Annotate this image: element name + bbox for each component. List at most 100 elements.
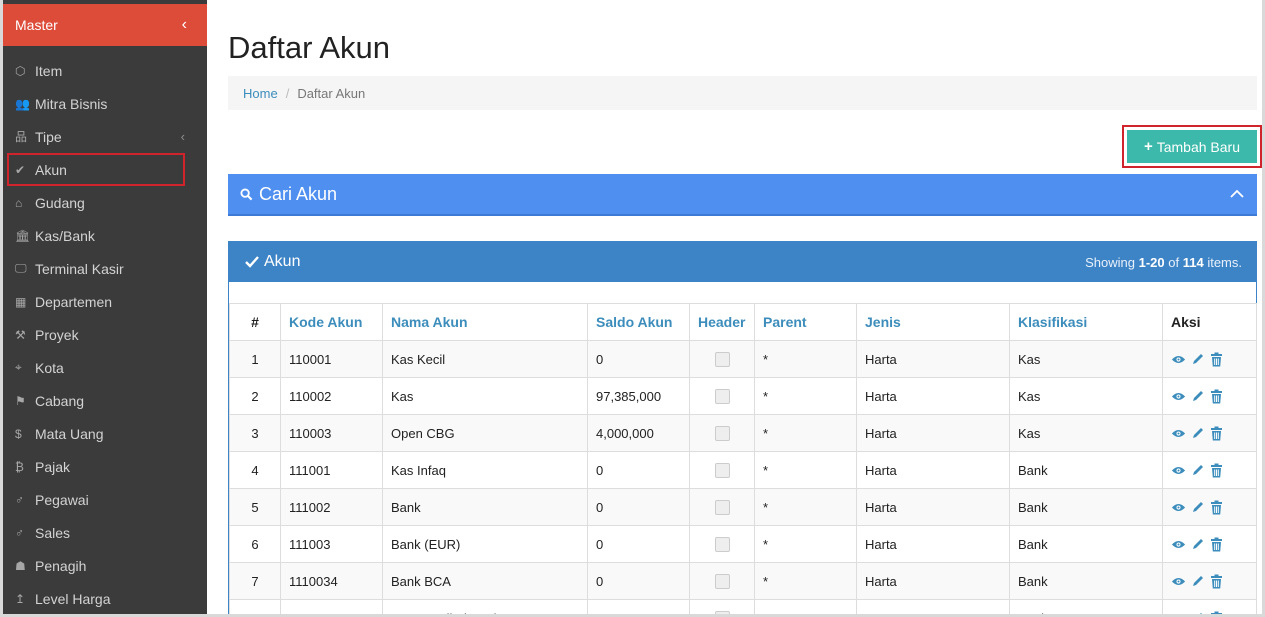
column-header-saldo-akun[interactable]: Saldo Akun bbox=[587, 303, 690, 341]
eye-icon[interactable] bbox=[1171, 463, 1186, 478]
sidebar-item-pajak[interactable]: ₿ Pajak bbox=[3, 450, 207, 483]
column-header-klasifikasi[interactable]: Klasifikasi bbox=[1009, 303, 1163, 341]
header-checkbox[interactable] bbox=[714, 389, 730, 405]
trash-icon[interactable] bbox=[1209, 537, 1224, 552]
page-title: Daftar Akun bbox=[228, 30, 390, 65]
sidebar-item-proyek[interactable]: ⚒ Proyek bbox=[3, 318, 207, 351]
eye-icon[interactable] bbox=[1171, 537, 1186, 552]
bitcoin-icon: ₿ bbox=[15, 459, 24, 474]
cell-kode-akun: 110002 bbox=[280, 377, 383, 415]
sidebar-item-mata-uang[interactable]: $ Mata Uang bbox=[3, 417, 207, 450]
column-header-parent[interactable]: Parent bbox=[754, 303, 857, 341]
eye-icon[interactable] bbox=[1171, 500, 1186, 515]
sidebar-header-master[interactable]: Master ‹ bbox=[3, 4, 207, 46]
sidebar-item-pegawai[interactable]: ♂ Pegawai bbox=[3, 483, 207, 516]
table-header-row: # Kode Akun Nama Akun Saldo Akun Header Paren… bbox=[229, 303, 1257, 341]
eye-icon[interactable] bbox=[1171, 389, 1186, 404]
cell-number: 7 bbox=[229, 562, 281, 600]
trash-icon[interactable] bbox=[1209, 611, 1224, 617]
column-header-nama-akun[interactable]: Nama Akun bbox=[382, 303, 588, 341]
sidebar-item-level-harga[interactable]: ↥ Level Harga bbox=[3, 582, 207, 615]
sidebar-item-sales[interactable]: ♂ Sales bbox=[3, 516, 207, 549]
cube-icon: ⬡ bbox=[15, 63, 26, 78]
pencil-icon[interactable] bbox=[1190, 352, 1205, 367]
trash-icon[interactable] bbox=[1209, 426, 1224, 441]
table-body: 1 110001 Kas Kecil 0 * Harta Kas 2 110002 Kas 97,3… bbox=[229, 340, 1257, 617]
header-checkbox[interactable] bbox=[714, 352, 730, 368]
main-content: Daftar Akun Home / Daftar Akun + Tambah … bbox=[207, 0, 1262, 617]
gavel-icon: ⚒ bbox=[15, 327, 26, 342]
building-icon: ▦ bbox=[15, 294, 27, 309]
sidebar-item-tipe[interactable]: 品 Tipe ‹ bbox=[3, 120, 207, 153]
sidebar-item-kas-bank[interactable]: 🏛 Kas/Bank bbox=[3, 219, 207, 252]
pencil-icon[interactable] bbox=[1190, 426, 1205, 441]
cell-klasifikasi: Kas bbox=[1009, 377, 1163, 415]
trash-icon[interactable] bbox=[1209, 500, 1224, 515]
row-actions bbox=[1171, 352, 1248, 367]
eye-icon[interactable] bbox=[1171, 352, 1186, 367]
sidebar-item-terminal-kasir[interactable]: 🖵 Terminal Kasir bbox=[3, 252, 207, 285]
cell-nama-akun: Kas Infaq bbox=[382, 451, 588, 489]
cell-kode-akun: 111001 bbox=[280, 451, 383, 489]
header-checkbox[interactable] bbox=[714, 463, 730, 479]
pencil-icon[interactable] bbox=[1190, 537, 1205, 552]
header-checkbox[interactable] bbox=[714, 500, 730, 516]
column-header-header[interactable]: Header bbox=[689, 303, 755, 341]
column-header-jenis[interactable]: Jenis bbox=[856, 303, 1010, 341]
cell-nama-akun: Kas Kecil bbox=[382, 340, 588, 378]
pencil-icon[interactable] bbox=[1190, 611, 1205, 617]
cell-klasifikasi: Bank bbox=[1009, 599, 1163, 617]
pagination-summary: Showing 1-20 of 114 items. bbox=[1085, 255, 1242, 270]
cell-parent: * bbox=[754, 451, 857, 489]
level-up-icon: ↥ bbox=[15, 591, 26, 606]
trash-icon[interactable] bbox=[1209, 352, 1224, 367]
pencil-icon[interactable] bbox=[1190, 500, 1205, 515]
sidebar: Master ‹ ⬡ Item 👥 Mitra Bisnis 品 Tipe ‹ ✔ Akun ⌂ G… bbox=[0, 0, 207, 617]
eye-icon[interactable] bbox=[1171, 611, 1186, 617]
cell-actions bbox=[1162, 414, 1257, 452]
trash-icon[interactable] bbox=[1209, 574, 1224, 589]
sidebar-header-label: Master bbox=[15, 17, 58, 33]
eye-icon[interactable] bbox=[1171, 426, 1186, 441]
sidebar-item-item[interactable]: ⬡ Item bbox=[3, 54, 207, 87]
breadcrumb-home-link[interactable]: Home bbox=[243, 86, 278, 101]
sidebar-item-mitra-bisnis[interactable]: 👥 Mitra Bisnis bbox=[3, 87, 207, 120]
column-header-kode-akun[interactable]: Kode Akun bbox=[280, 303, 383, 341]
cell-actions bbox=[1162, 562, 1257, 600]
header-checkbox[interactable] bbox=[714, 426, 730, 442]
sidebar-item-label: Tipe bbox=[35, 128, 62, 145]
cell-jenis: Harta bbox=[856, 599, 1010, 617]
chevron-up-icon[interactable] bbox=[1229, 189, 1245, 199]
cell-saldo-akun: 4,000,000 bbox=[587, 414, 690, 452]
header-checkbox[interactable] bbox=[714, 611, 730, 617]
sidebar-item-kota[interactable]: ⌖ Kota bbox=[3, 351, 207, 384]
eye-icon[interactable] bbox=[1171, 574, 1186, 589]
trash-icon[interactable] bbox=[1209, 463, 1224, 478]
cell-parent: * bbox=[754, 562, 857, 600]
pencil-icon[interactable] bbox=[1190, 389, 1205, 404]
table-header: # Kode Akun Nama Akun Saldo Akun Header Paren… bbox=[229, 303, 1257, 341]
cell-actions bbox=[1162, 525, 1257, 563]
add-new-button[interactable]: + Tambah Baru bbox=[1127, 130, 1257, 163]
cell-parent: * bbox=[754, 340, 857, 378]
cell-nama-akun: Bank BCA bbox=[382, 562, 588, 600]
header-checkbox[interactable] bbox=[714, 537, 730, 553]
sidebar-item-departemen[interactable]: ▦ Departemen bbox=[3, 285, 207, 318]
sidebar-item-penagih[interactable]: ☗ Penagih bbox=[3, 549, 207, 582]
trash-icon[interactable] bbox=[1209, 389, 1224, 404]
sidebar-item-cabang[interactable]: ⚑ Cabang bbox=[3, 384, 207, 417]
sidebar-item-gudang[interactable]: ⌂ Gudang bbox=[3, 186, 207, 219]
male-icon: ♂ bbox=[15, 525, 24, 540]
sidebar-item-akun[interactable]: ✔ Akun bbox=[7, 153, 185, 186]
pencil-icon[interactable] bbox=[1190, 463, 1205, 478]
row-actions bbox=[1171, 463, 1248, 478]
pencil-icon[interactable] bbox=[1190, 574, 1205, 589]
search-panel-header[interactable]: Cari Akun bbox=[228, 174, 1257, 216]
sidebar-item-label: Penagih bbox=[35, 557, 87, 574]
akun-panel-title: Akun bbox=[245, 253, 300, 271]
table-row: 4 111001 Kas Infaq 0 * Harta Bank bbox=[229, 451, 1257, 489]
header-checkbox[interactable] bbox=[714, 574, 730, 590]
row-actions bbox=[1171, 389, 1248, 404]
sidebar-item-label: Kas/Bank bbox=[35, 227, 95, 244]
cell-klasifikasi: Bank bbox=[1009, 525, 1163, 563]
